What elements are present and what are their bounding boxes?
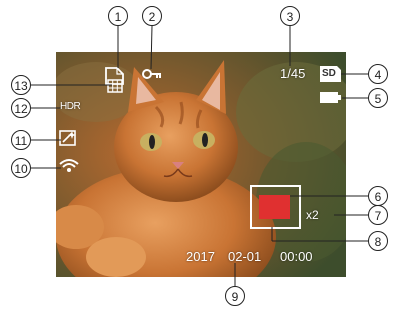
- callout-12: 12: [11, 98, 31, 118]
- callout-7: 7: [368, 205, 388, 225]
- callout-2: 2: [142, 6, 162, 26]
- callout-3: 3: [280, 6, 300, 26]
- wifi-icon: [59, 159, 79, 172]
- zoom-frame: [250, 185, 301, 229]
- date-year: 2017: [186, 249, 215, 264]
- zoom-ratio: x2: [306, 208, 319, 222]
- callout-4: 4: [368, 64, 388, 84]
- leader-lines: [31, 25, 368, 286]
- callout-1: 1: [108, 6, 128, 26]
- image-count: 1/45: [280, 66, 306, 81]
- overlay-graphics: [31, 25, 368, 286]
- grid-icon: [107, 79, 123, 93]
- key-lock-icon: [142, 69, 161, 79]
- callout-5: 5: [368, 88, 388, 108]
- callout-10: 10: [11, 158, 31, 178]
- effect-icon: [59, 130, 76, 146]
- zoom-position-box: [259, 195, 290, 219]
- battery-icon: [320, 92, 341, 103]
- date-month-day: 02-01: [228, 249, 262, 264]
- hdr-icon: HDR: [60, 101, 81, 112]
- sd-label: SD: [322, 68, 336, 79]
- callout-9: 9: [225, 286, 245, 306]
- diagram-stage: 1/45 SD HDR x2 2017 02-01 00:00 1 2 3 4 …: [0, 0, 395, 316]
- callout-6: 6: [368, 186, 388, 206]
- callout-8: 8: [368, 231, 388, 251]
- callout-13: 13: [11, 75, 31, 95]
- time: 00:00: [280, 249, 313, 264]
- callout-11: 11: [11, 130, 31, 150]
